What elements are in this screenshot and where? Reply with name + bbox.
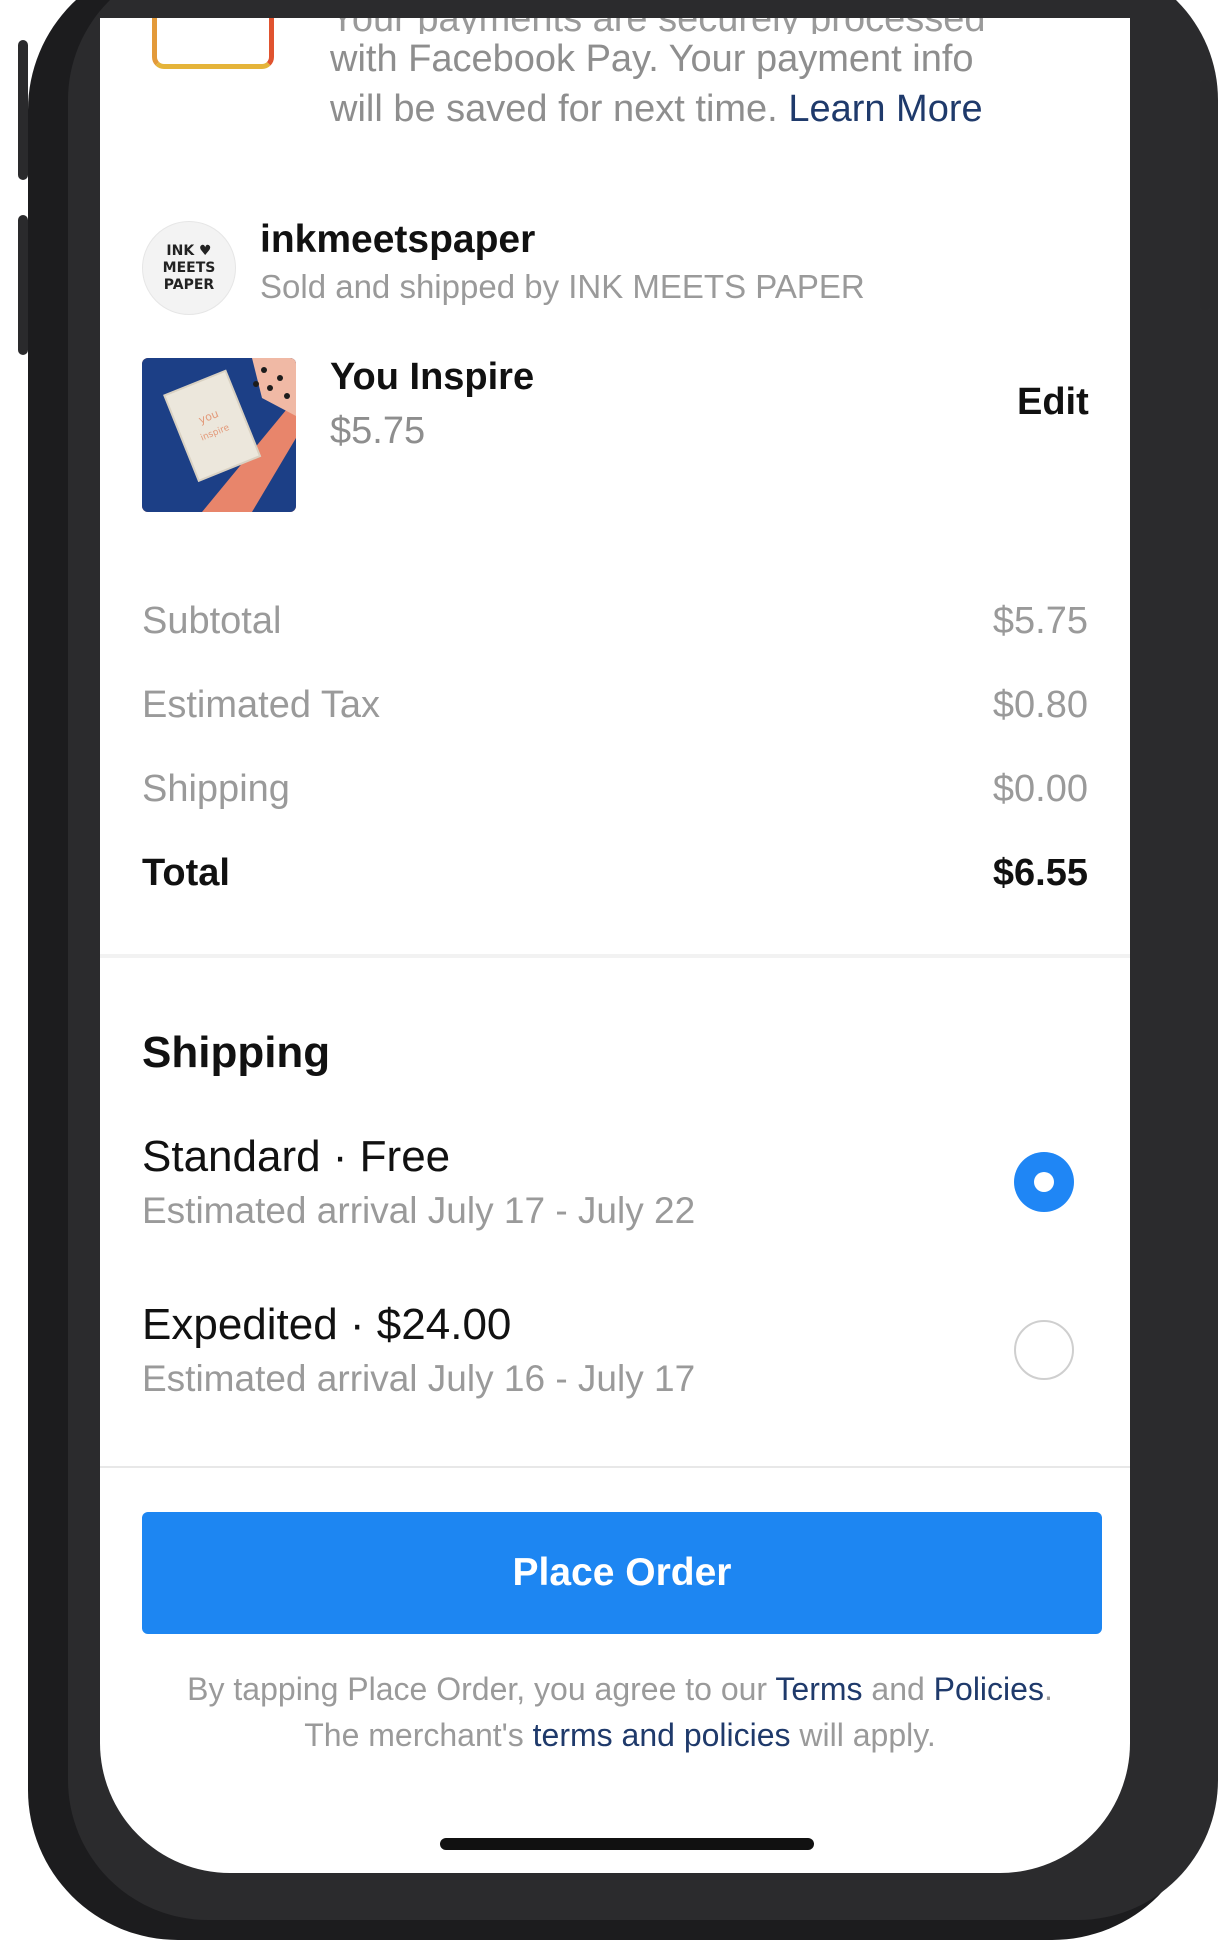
edit-button[interactable]: Edit [1017, 381, 1089, 424]
payment-info-clipped-line: Your payments are securely processed [330, 18, 1090, 34]
home-indicator[interactable] [440, 1838, 814, 1850]
checkout-screen: Your payments are securely processed wit… [100, 18, 1130, 1873]
shipping-option-expedited-subtitle: Estimated arrival July 16 - July 17 [142, 1358, 696, 1399]
section-divider [100, 954, 1130, 958]
shipping-cost-label: Shipping [142, 768, 290, 810]
phone-power-button [1200, 80, 1210, 310]
store-name[interactable]: inkmeetspaper [260, 218, 535, 262]
shipping-option-standard-title[interactable]: Standard · Free [142, 1132, 450, 1182]
shipping-section-title: Shipping [142, 1028, 331, 1077]
shipping-standard-radio[interactable] [1014, 1152, 1074, 1212]
product-thumbnail[interactable]: you inspire [142, 358, 296, 512]
shipping-expedited-radio[interactable] [1014, 1320, 1074, 1380]
learn-more-link[interactable]: Learn More [788, 88, 982, 130]
merchant-terms-link[interactable]: terms and policies [533, 1717, 791, 1753]
policies-link[interactable]: Policies [934, 1671, 1044, 1707]
legal-prefix: By tapping Place Order, you agree to our [187, 1671, 768, 1707]
shipping-option-standard-subtitle: Estimated arrival July 17 - July 22 [142, 1190, 696, 1231]
legal-line2-suffix: will apply. [799, 1717, 936, 1753]
product-image-art: you inspire [142, 358, 296, 512]
store-subtitle: Sold and shipped by INK MEETS PAPER [260, 268, 865, 305]
payment-info-line-1: with Facebook Pay. Your payment info [330, 38, 974, 80]
phone-side-button [18, 40, 28, 180]
legal-line2-prefix: The merchant's [304, 1717, 524, 1753]
subtotal-value: $5.75 [992, 600, 1088, 642]
payment-info-text: Your payments are securely processed wit… [330, 18, 1090, 134]
shipping-cost-value: $0.00 [992, 768, 1088, 810]
store-logo: INK ♥ MEETS PAPER [142, 221, 236, 315]
shipping-option-expedited-title[interactable]: Expedited · $24.00 [142, 1300, 511, 1350]
payment-info-line-2: will be saved for next time. [330, 88, 778, 130]
store-logo-text: PAPER [163, 276, 215, 293]
total-value: $6.55 [992, 852, 1088, 894]
store-logo-text: INK ♥ [166, 242, 212, 259]
legal-period: . [1043, 1671, 1053, 1707]
legal-text: By tapping Place Order, you agree to our… [120, 1666, 1120, 1758]
tax-label: Estimated Tax [142, 684, 380, 726]
product-name: You Inspire [330, 356, 535, 398]
section-divider [100, 1466, 1130, 1468]
tax-value: $0.80 [992, 684, 1088, 726]
phone-side-button [18, 215, 28, 355]
legal-and: and [871, 1671, 925, 1707]
place-order-button[interactable]: Place Order [142, 1512, 1102, 1634]
terms-link[interactable]: Terms [775, 1671, 862, 1707]
product-price: $5.75 [330, 410, 426, 452]
payment-card-icon [152, 18, 274, 69]
total-label: Total [142, 852, 230, 894]
subtotal-label: Subtotal [142, 600, 282, 642]
store-logo-text: MEETS [162, 259, 216, 276]
